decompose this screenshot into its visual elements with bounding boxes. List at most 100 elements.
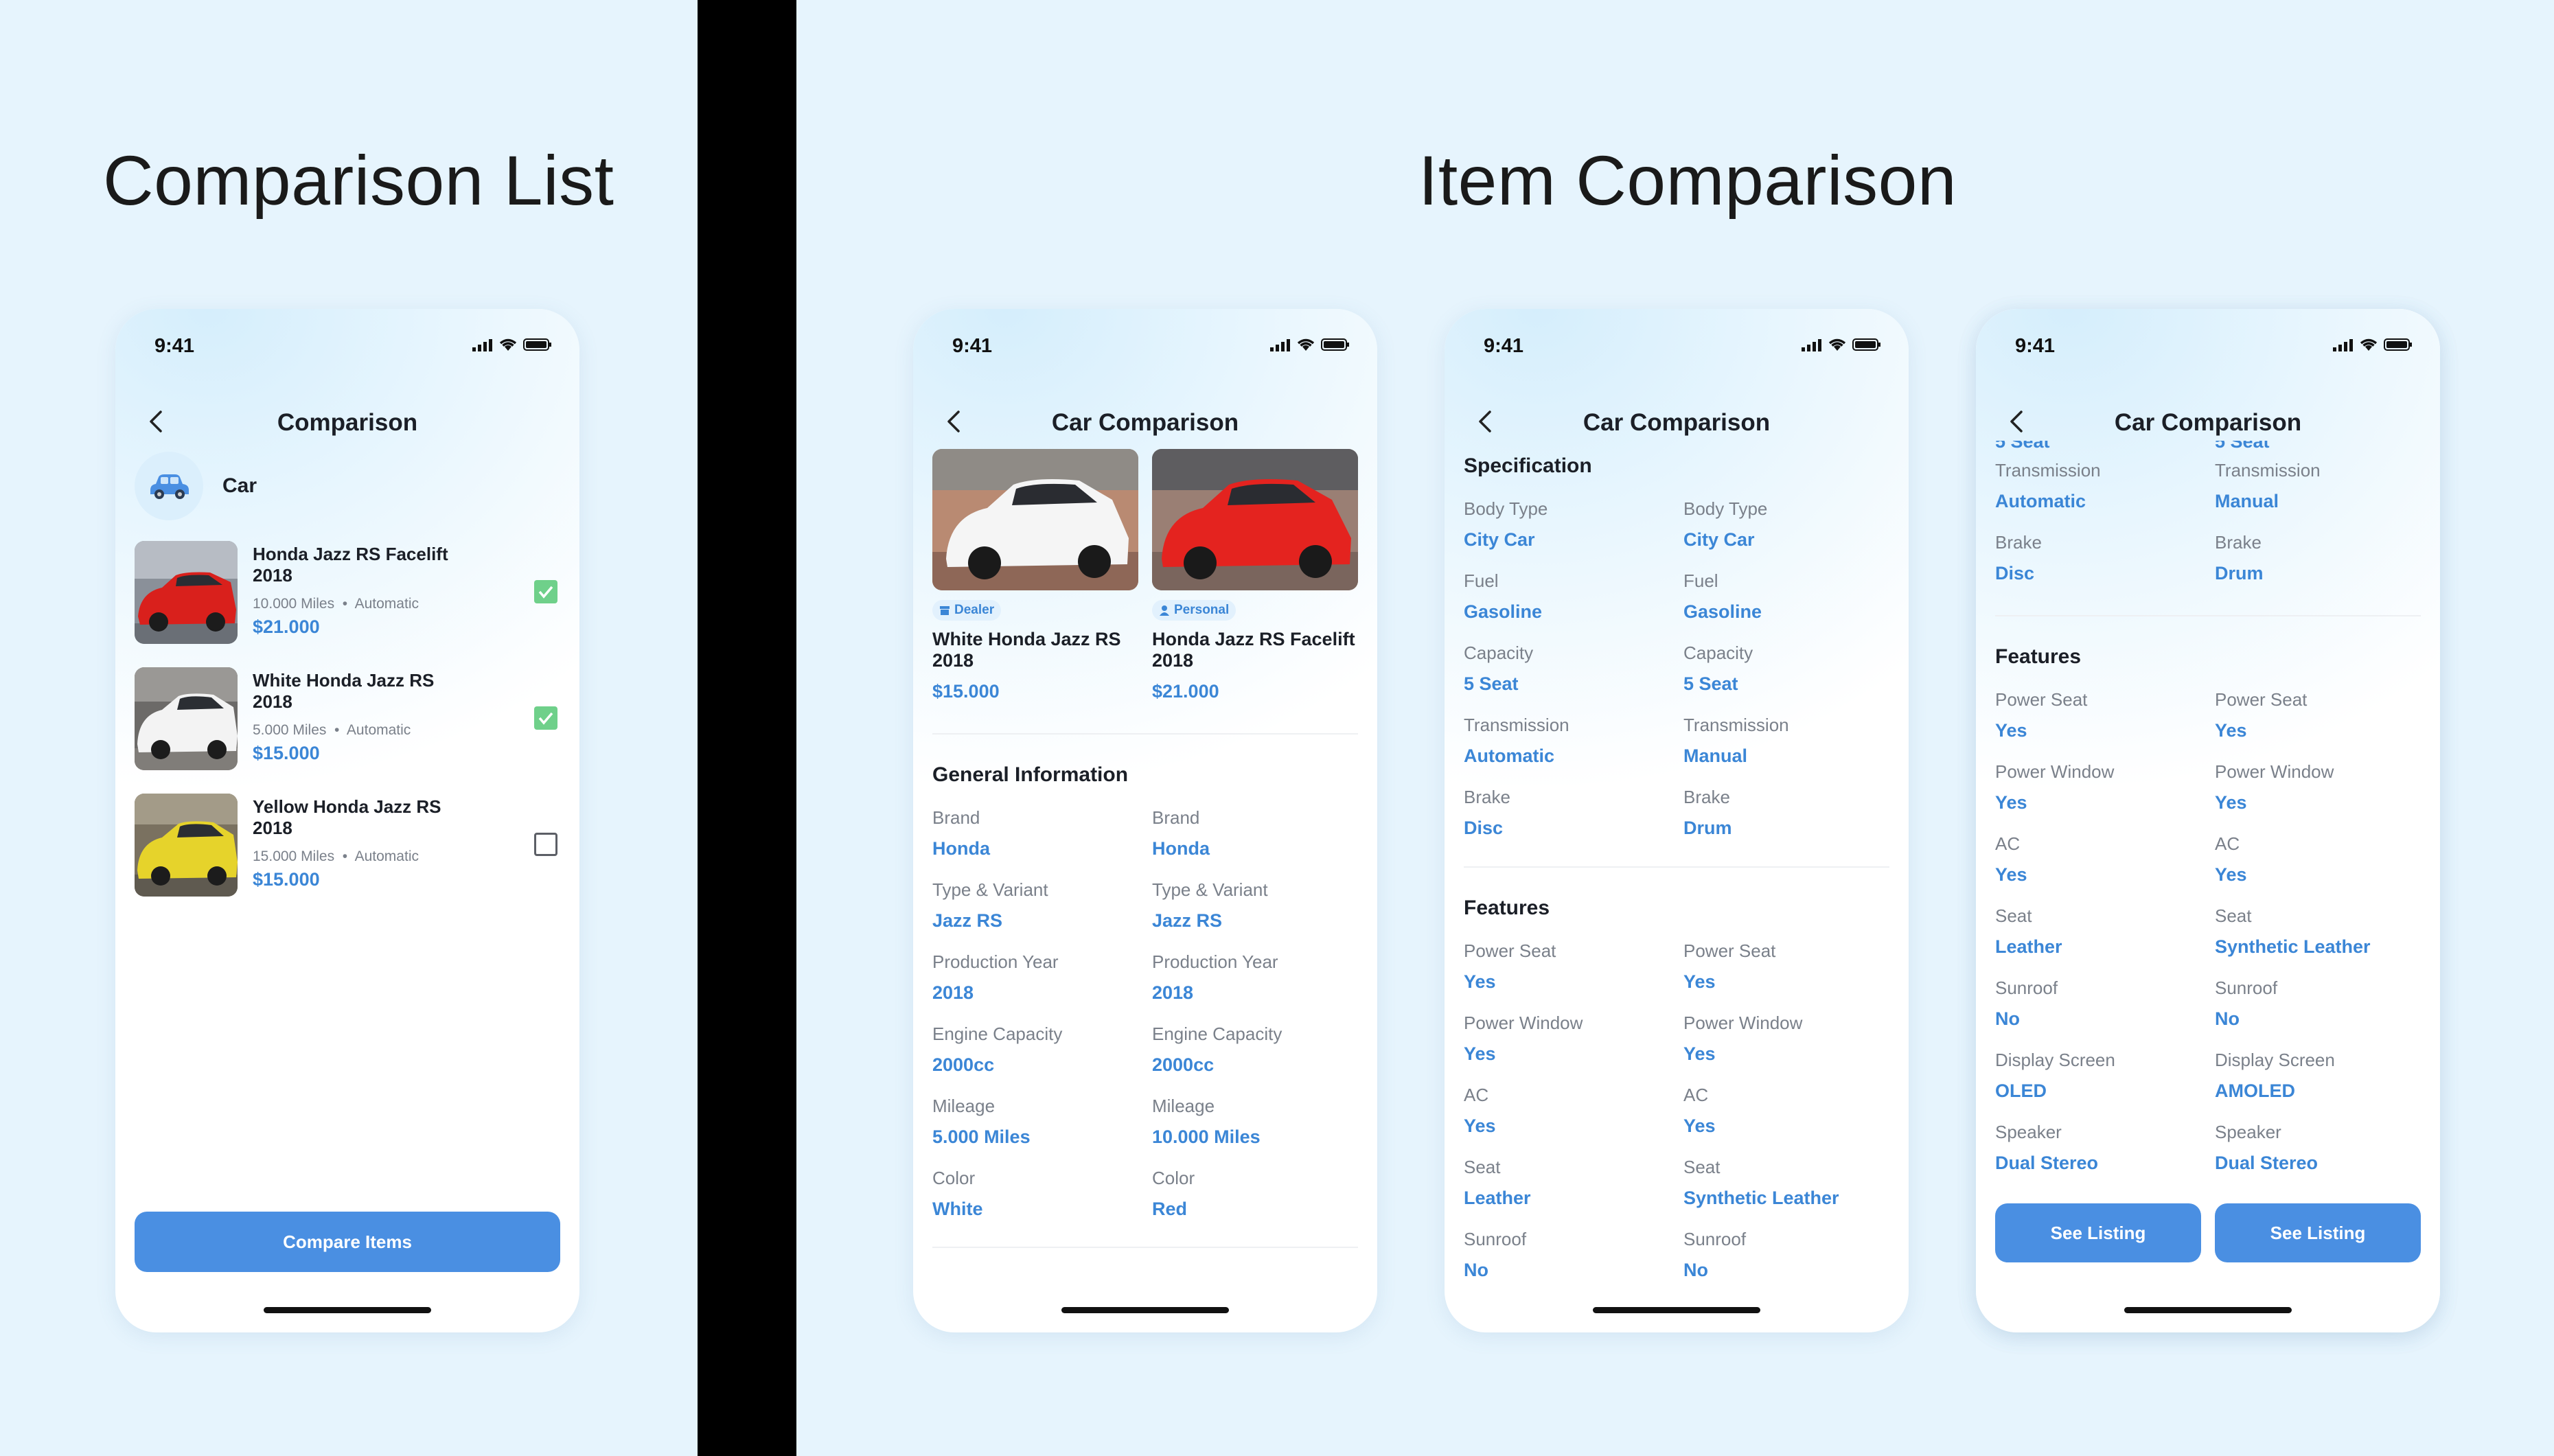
status-bar: 9:41 [913, 309, 1377, 384]
wifi-icon [1297, 338, 1315, 351]
compare-items-button[interactable]: Compare Items [135, 1212, 560, 1272]
feature-cell: Power WindowYes [1683, 1013, 1803, 1064]
category-label: Car [222, 474, 257, 497]
car-card-a[interactable]: Dealer White Honda Jazz RS 2018 $15.000 [932, 449, 1138, 702]
feature-cell: SeatSynthetic Leather [1683, 1157, 1839, 1208]
page-title: Car Comparison [1583, 409, 1771, 436]
item-meta: 10.000 Miles • Automatic [253, 596, 419, 612]
spec-cell: TransmissionManual [2215, 460, 2321, 511]
phone-car-comparison-general: 9:41 Car Comparison Dealer White Honda J… [913, 309, 1377, 1332]
item-miles: 15.000 Miles [253, 848, 335, 864]
feature-cell: Display Screen AMOLED [2215, 1050, 2335, 1101]
section-title: Features [1464, 897, 1550, 919]
spec-cell: Production Year 2018 [1152, 951, 1278, 1003]
see-listing-button-a[interactable]: See Listing [1995, 1203, 2201, 1262]
item-transmission: Automatic [354, 848, 419, 864]
clipped-row: 5 Seat 5 Seat [1976, 441, 2440, 454]
car-photo-red [1152, 449, 1358, 590]
item-transmission: Automatic [346, 722, 411, 738]
item-name: White Honda Jazz RS 2018 [253, 670, 435, 712]
wifi-icon [2360, 338, 2378, 351]
page-title: Comparison [277, 409, 418, 436]
feature-cell: Sunroof No [1995, 978, 2058, 1029]
divider [1464, 866, 1889, 868]
dealer-badge: Dealer [932, 600, 1002, 621]
car-photo-white [932, 449, 1138, 590]
page-title: Car Comparison [2114, 409, 2302, 436]
car-price: $21.000 [1152, 681, 1219, 702]
item-name: Yellow Honda Jazz RS 2018 [253, 796, 441, 838]
checkbox-checked[interactable] [534, 580, 557, 603]
checkbox-unchecked[interactable] [534, 833, 557, 856]
feature-cell: Power SeatYes [1683, 940, 1776, 992]
see-listing-button-b[interactable]: See Listing [2215, 1203, 2421, 1262]
home-indicator [2124, 1307, 2292, 1313]
list-item[interactable]: White Honda Jazz RS 2018 5.000 Miles • A… [135, 667, 560, 770]
feature-cell: SeatLeather [1995, 905, 2062, 957]
spec-cell: Fuel Gasoline [1683, 570, 1762, 622]
person-icon [1160, 605, 1169, 616]
feature-cell: ACYes [1683, 1085, 1716, 1136]
spec-cell: Body Type City Car [1464, 498, 1548, 550]
battery-icon [2384, 338, 2412, 351]
car-thumbnail-yellow [135, 794, 238, 897]
phone-comparison-list: 9:41 Comparison Car Honda Jazz RS Faceli… [115, 309, 579, 1332]
status-bar: 9:41 [115, 309, 579, 384]
spec-cell: Production Year 2018 [932, 951, 1059, 1003]
feature-cell: Sunroof No [1683, 1229, 1747, 1280]
signal-icon [1802, 339, 1821, 351]
car-thumbnail-red [135, 541, 238, 644]
section-title: Specification [1464, 454, 1592, 477]
home-indicator [264, 1307, 431, 1313]
item-miles: 10.000 Miles [253, 596, 335, 612]
feature-cell: Power SeatYes [1464, 940, 1556, 992]
store-icon [940, 606, 950, 615]
item-transmission: Automatic [354, 596, 419, 612]
list-item[interactable]: Honda Jazz RS Facelift 2018 10.000 Miles… [135, 541, 560, 644]
car-card-b[interactable]: Personal Honda Jazz RS Facelift 2018 $21… [1152, 449, 1358, 702]
feature-cell: Speaker Dual Stereo [1995, 1122, 2099, 1173]
item-name: Honda Jazz RS Facelift 2018 [253, 544, 448, 586]
status-icons [1270, 338, 1350, 351]
nav-header: Comparison [115, 384, 579, 460]
spec-cell: Type & Variant Jazz RS [1152, 879, 1268, 931]
spec-cell: TransmissionAutomatic [1995, 460, 2101, 511]
status-time: 9:41 [1484, 335, 1524, 357]
car-icon [135, 452, 203, 520]
phone-car-comparison-features-final: 9:41 Car Comparison 5 Seat 5 Seat Transm… [1976, 309, 2440, 1332]
status-bar: 9:41 [1445, 309, 1909, 384]
spec-cell: Engine Capacity 2000cc [932, 1024, 1063, 1075]
spec-cell: Color Red [1152, 1168, 1195, 1219]
feature-cell: Power SeatYes [1995, 689, 2088, 741]
signal-icon [2333, 339, 2353, 351]
category-row[interactable]: Car [135, 452, 257, 520]
feature-cell: SeatSynthetic Leather [2215, 905, 2371, 957]
feature-cell: Power WindowYes [2215, 761, 2334, 813]
spec-cell: BrakeDisc [1464, 787, 1510, 838]
item-price: $15.000 [253, 869, 320, 890]
battery-icon [523, 338, 551, 351]
wifi-icon [1828, 338, 1846, 351]
section-title: Features [1995, 645, 2082, 668]
divider [1995, 615, 2421, 616]
feature-cell: ACYes [2215, 833, 2247, 885]
personal-badge: Personal [1152, 600, 1236, 621]
status-time: 9:41 [154, 335, 195, 357]
section-title-item-comparison: Item Comparison [1418, 141, 1957, 220]
status-icons [472, 338, 552, 351]
status-bar: 9:41 [1976, 309, 2440, 384]
spec-cell: 5 Seat [2215, 441, 2270, 452]
spec-cell: BrakeDisc [1995, 532, 2042, 583]
spec-cell: Type & Variant Jazz RS [932, 879, 1048, 931]
list-item[interactable]: Yellow Honda Jazz RS 2018 15.000 Miles •… [135, 794, 560, 897]
feature-cell: ACYes [1995, 833, 2027, 885]
checkbox-checked[interactable] [534, 706, 557, 730]
spec-cell: Engine Capacity 2000cc [1152, 1024, 1282, 1075]
item-miles: 5.000 Miles [253, 722, 327, 738]
feature-cell: Sunroof No [2215, 978, 2278, 1029]
status-icons [2333, 338, 2413, 351]
spec-cell: Mileage 10.000 Miles [1152, 1096, 1261, 1147]
black-divider [698, 0, 796, 1456]
home-indicator [1061, 1307, 1229, 1313]
battery-icon [1852, 338, 1880, 351]
